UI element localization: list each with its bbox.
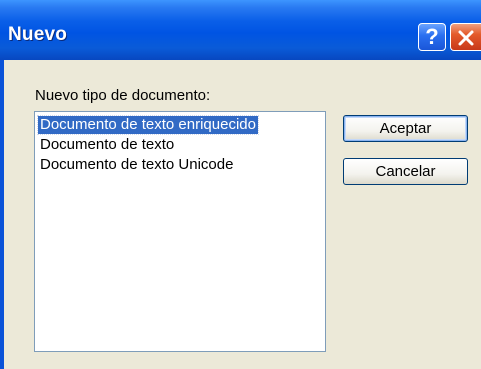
list-item-text[interactable]: Documento de texto	[38, 136, 176, 154]
window-frame-left	[0, 60, 4, 369]
document-type-list[interactable]: Documento de texto enriquecido Documento…	[34, 111, 326, 352]
list-item-unicode-text[interactable]: Documento de texto Unicode	[38, 156, 235, 174]
window-title: Nuevo	[8, 24, 68, 45]
help-icon: ?	[425, 24, 439, 49]
title-bar[interactable]: Nuevo ?	[0, 0, 481, 60]
document-type-label: Nuevo tipo de documento:	[35, 87, 211, 104]
help-button[interactable]: ?	[418, 23, 446, 51]
list-item-rich-text[interactable]: Documento de texto enriquecido	[37, 115, 259, 135]
close-icon	[458, 30, 474, 46]
close-button[interactable]	[450, 23, 481, 51]
new-document-dialog: Nuevo ? Nuevo tipo de documento: Documen…	[0, 0, 481, 369]
cancel-button[interactable]: Cancelar	[343, 158, 468, 185]
accept-button[interactable]: Aceptar	[343, 115, 468, 142]
